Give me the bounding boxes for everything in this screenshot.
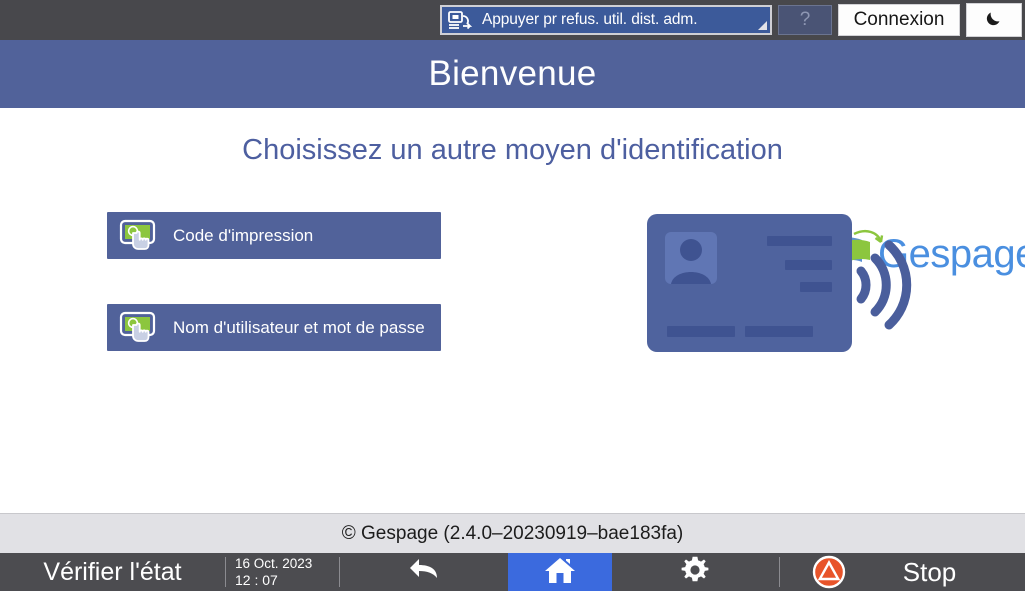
date-time-display: 16 Oct. 2023 12 : 07 (226, 553, 339, 591)
gear-icon (680, 555, 710, 590)
check-status-label: Vérifier l'état (43, 557, 182, 586)
help-button[interactable]: ? (778, 5, 832, 35)
device-panel-screen: Appuyer pr refus. util. dist. adm. ? Con… (0, 0, 1025, 591)
choice-label-username-password: Nom d'utilisateur et mot de passe (173, 317, 425, 337)
page-banner: Bienvenue (0, 40, 1025, 108)
bottom-navigation-bar: Vérifier l'état 16 Oct. 2023 12 : 07 Sto… (0, 553, 1025, 591)
choice-button-print-code[interactable]: Code d'impression (107, 212, 441, 259)
stop-button-label: Stop (902, 556, 957, 587)
login-button[interactable]: Connexion (838, 4, 960, 36)
admin-mode-label: Appuyer pr refus. util. dist. adm. (482, 11, 698, 28)
stop-icon (810, 553, 848, 591)
back-button[interactable] (340, 553, 508, 591)
settings-button[interactable] (612, 553, 780, 591)
contactless-id-card-illustration (645, 210, 920, 355)
choice-label-print-code: Code d'impression (173, 225, 314, 245)
check-status-button[interactable]: Vérifier l'état (0, 553, 225, 591)
top-system-bar: Appuyer pr refus. util. dist. adm. ? Con… (0, 0, 1025, 40)
main-content: Choisissez un autre moyen d'identificati… (0, 108, 1025, 513)
copyright-strip: © Gespage (2.4.0–20230919–bae183fa) (0, 513, 1025, 553)
current-date: 16 Oct. 2023 (235, 556, 313, 572)
stop-button[interactable]: Stop (780, 553, 1025, 591)
copyright-text: © Gespage (2.4.0–20230919–bae183fa) (341, 522, 684, 544)
content-subtitle: Choisissez un autre moyen d'identificati… (242, 134, 783, 166)
choice-button-username-password[interactable]: Nom d'utilisateur et mot de passe (107, 304, 441, 351)
page-title: Bienvenue (428, 54, 597, 93)
printer-transfer-icon (448, 9, 474, 31)
help-button-label: ? (799, 9, 811, 30)
dropdown-corner-triangle-icon (758, 21, 767, 30)
moon-icon (983, 7, 1005, 34)
sleep-mode-button[interactable] (966, 3, 1022, 37)
home-button[interactable] (507, 553, 612, 591)
admin-mode-select[interactable]: Appuyer pr refus. util. dist. adm. (440, 5, 772, 35)
home-icon (543, 555, 577, 590)
current-time: 12 : 07 (235, 571, 278, 588)
login-button-label: Connexion (853, 9, 945, 30)
touchscreen-tap-icon (119, 311, 159, 345)
touchscreen-tap-icon (119, 219, 159, 253)
back-arrow-icon (407, 556, 441, 589)
